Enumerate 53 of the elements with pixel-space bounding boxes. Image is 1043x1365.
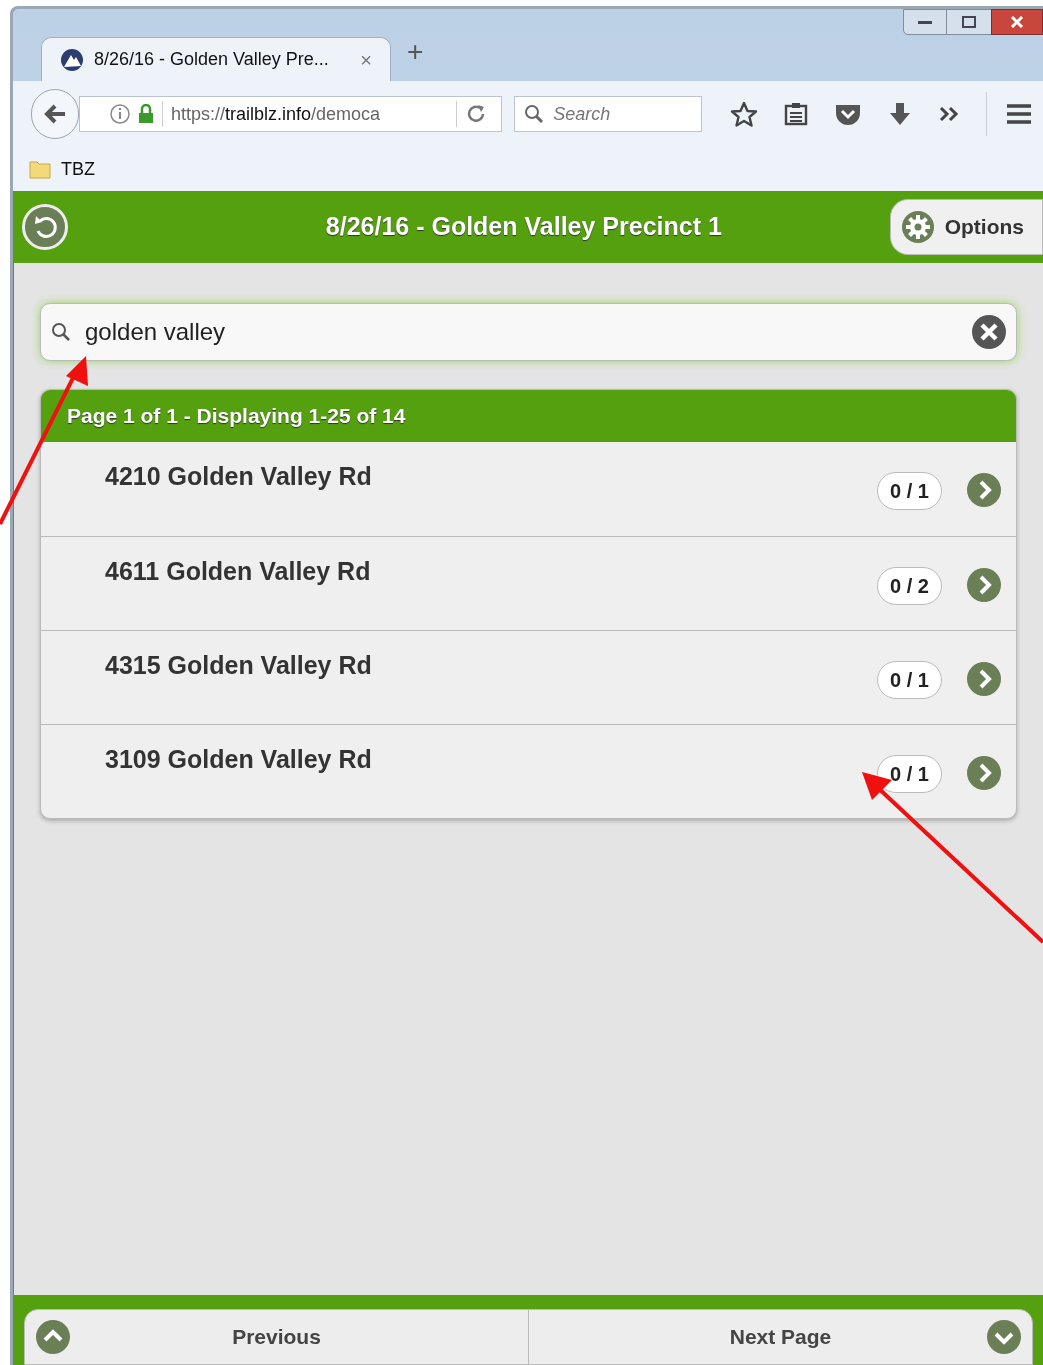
maximize-icon [962, 16, 976, 28]
bookmark[interactable]: TBZ [29, 155, 95, 183]
folder-icon [29, 159, 51, 179]
close-button[interactable] [991, 9, 1043, 35]
tab-title: 8/26/16 - Golden Valley Pre... [94, 48, 329, 71]
star-icon[interactable] [730, 101, 758, 127]
clipboard-icon[interactable] [784, 102, 808, 126]
list-header: Page 1 of 1 - Displaying 1-25 of 14 [41, 390, 1016, 442]
chevron-right-icon[interactable] [966, 661, 1002, 697]
site-logo-icon [60, 47, 84, 72]
chevron-right-icon[interactable] [966, 567, 1002, 603]
address-row[interactable]: 3109 Golden Valley Rd 0 / 1 [41, 724, 1016, 818]
count-badge: 0 / 1 [877, 472, 942, 510]
tab-close-button[interactable]: × [360, 44, 372, 75]
page-title: 8/26/16 - Golden Valley Precinct 1 [325, 211, 722, 243]
lock-icon [138, 104, 154, 124]
info-icon [110, 104, 130, 124]
address-text: 4210 Golden Valley Rd [105, 461, 372, 492]
maximize-button[interactable] [947, 9, 991, 35]
address-row[interactable]: 4315 Golden Valley Rd 0 / 1 [41, 630, 1016, 724]
back-arrow-icon [43, 103, 67, 125]
address-text: 4611 Golden Valley Rd [105, 556, 371, 587]
address-row[interactable]: 4611 Golden Valley Rd 0 / 2 [41, 536, 1016, 630]
back-button[interactable] [31, 89, 79, 139]
address-row[interactable]: 4210 Golden Valley Rd 0 / 1 [41, 442, 1016, 536]
browser-tab[interactable]: 8/26/16 - Golden Valley Pre... × [41, 37, 391, 81]
download-icon[interactable] [888, 101, 912, 127]
minimize-icon [918, 19, 932, 25]
filter-field[interactable]: golden valley [40, 303, 1017, 361]
count-badge: 0 / 2 [877, 567, 942, 605]
search-icon [524, 104, 545, 124]
chevrons-right-icon[interactable] [938, 105, 960, 123]
menu-icon[interactable] [1005, 103, 1033, 125]
chevron-right-icon[interactable] [966, 472, 1002, 508]
new-tab-button[interactable]: + [407, 31, 424, 73]
browser-search-field[interactable]: Search [514, 96, 702, 132]
search-icon [50, 321, 72, 343]
chevron-down-icon [986, 1319, 1022, 1355]
url-text: https://trailblz.info/democa [171, 102, 381, 126]
url-field[interactable]: https://trailblz.info/democa [79, 96, 503, 132]
pocket-icon[interactable] [834, 102, 862, 126]
minimize-button[interactable] [903, 9, 947, 35]
address-text: 3109 Golden Valley Rd [105, 744, 372, 775]
settings-icon [900, 210, 935, 244]
chevron-up-icon [35, 1319, 71, 1355]
close-icon [1010, 16, 1024, 28]
chevron-right-icon[interactable] [966, 755, 1002, 791]
address-text: 4315 Golden Valley Rd [105, 650, 372, 681]
clear-icon[interactable] [971, 314, 1007, 350]
next-page-button[interactable]: Next Page [529, 1310, 1032, 1364]
count-badge: 0 / 1 [877, 661, 942, 699]
previous-button[interactable]: Previous [25, 1310, 529, 1364]
options-button[interactable]: Options [889, 199, 1043, 255]
